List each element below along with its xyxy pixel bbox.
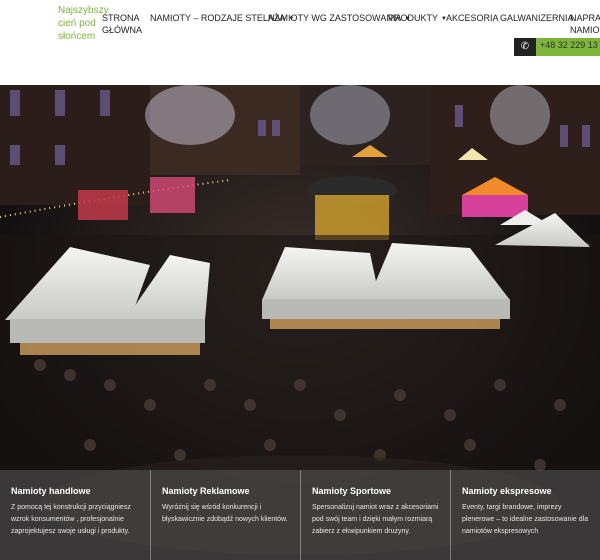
card-advertising-tents[interactable]: Namioty Reklamowe Wyróżnij się wśród kon… xyxy=(150,470,300,560)
card-description: Wyróżnij się wśród konkurencji i błyskaw… xyxy=(162,504,288,523)
nav-item-tent-repair[interactable]: NAPRAWA NAMIOTÓW xyxy=(570,12,600,36)
nav-label: GALWANIZERNIA xyxy=(500,13,574,23)
nav-label: NAMIOTY – RODZAJE STELAŻA xyxy=(150,13,286,23)
card-title: Namioty ekspresowe xyxy=(462,486,552,496)
card-description: Z pomocą tej konstrukcji przyciągniesz w… xyxy=(11,504,131,535)
nav-item-accessories[interactable]: AKCESORIA xyxy=(446,12,499,24)
card-description: Eventy, targi brandowe, imprezy plenerow… xyxy=(462,504,589,535)
card-express-tents[interactable]: Namioty ekspresowe Eventy, targi brandow… xyxy=(450,470,600,560)
nav-item-home[interactable]: STRONA GŁÓWNA xyxy=(102,12,142,36)
site-header: Najszybszy cień pod słońcem STRONA GŁÓWN… xyxy=(0,0,600,56)
site-tagline[interactable]: Najszybszy cień pod słońcem xyxy=(58,4,109,43)
nav-label: AKCESORIA xyxy=(446,13,499,23)
phone-icon: ✆ xyxy=(514,38,536,56)
card-title: Namioty Sportowe xyxy=(312,486,392,496)
nav-label: STRONA GŁÓWNA xyxy=(102,13,143,35)
phone-number[interactable]: +48 32 229 13 37 xyxy=(540,40,600,50)
nav-label: PRODUKTY xyxy=(388,13,439,23)
nav-label: NAMIOTY WG ZASTOSOWANIA xyxy=(268,13,402,23)
card-sport-tents[interactable]: Namioty Sportowe Spersonalizuj namiot wr… xyxy=(300,470,450,560)
card-commercial-tents[interactable]: Namioty handlowe Z pomocą tej konstrukcj… xyxy=(0,470,150,560)
nav-item-galvanizing[interactable]: GALWANIZERNIA xyxy=(500,12,574,24)
card-title: Namioty Reklamowe xyxy=(162,486,250,496)
nav-item-products[interactable]: PRODUKTY ▼ xyxy=(388,12,447,25)
category-cards: Namioty handlowe Z pomocą tej konstrukcj… xyxy=(0,470,600,560)
card-title: Namioty handlowe xyxy=(11,486,91,496)
nav-label: NAPRAWA NAMIOTÓW xyxy=(570,13,600,35)
card-description: Spersonalizuj namiot wraz z akcesoriami … xyxy=(312,504,439,535)
